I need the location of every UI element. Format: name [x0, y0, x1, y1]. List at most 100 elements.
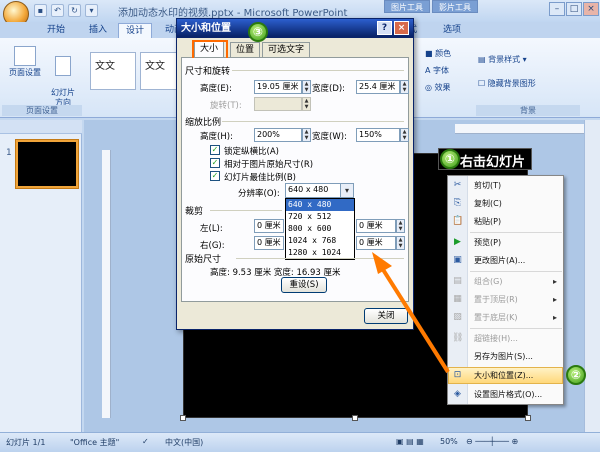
- step-badge-1: ①: [440, 149, 460, 169]
- scale-heading: 缩放比例: [185, 118, 222, 128]
- scale-height-spinner[interactable]: ▲ ▼: [302, 128, 311, 142]
- hide-bg-label: 隐藏背景图形: [487, 79, 536, 88]
- format-picture-icon: ◈: [454, 389, 461, 399]
- size-rotate-heading: 尺寸和旋转: [185, 67, 231, 77]
- menu-item-paste[interactable]: 📋 粘贴(P): [448, 213, 563, 230]
- relative-original-checkbox[interactable]: ✓: [210, 158, 220, 168]
- menu-item-bring-front[interactable]: ▦ 置于顶层(R) ▸: [448, 291, 563, 308]
- annotation-right-click-text: 右击幻灯片: [460, 155, 526, 170]
- page-setup-button[interactable]: 页面设置: [6, 46, 44, 78]
- colors-label: 颜色: [435, 49, 452, 58]
- scale-height-field[interactable]: 200%: [254, 128, 302, 142]
- chevron-down-icon[interactable]: ▾: [340, 183, 354, 198]
- width-label: 宽度(D):: [312, 84, 346, 94]
- tab-position[interactable]: 位置: [230, 42, 261, 57]
- rotate-field[interactable]: [254, 97, 302, 111]
- section-divider: [210, 210, 282, 211]
- close-window-button[interactable]: ×: [583, 2, 599, 16]
- background-styles-label: 背景样式: [488, 55, 521, 64]
- resolution-label: 分辨率(O):: [238, 189, 280, 199]
- tab-options[interactable]: 选项: [436, 23, 468, 38]
- tab-design[interactable]: 设计: [118, 23, 153, 38]
- rotate-label: 旋转(T):: [210, 101, 242, 111]
- rotate-spinner[interactable]: ▲ ▼: [302, 97, 311, 111]
- resize-handle[interactable]: [352, 415, 358, 421]
- step-badge-3: ③: [248, 22, 268, 42]
- menu-item-send-back[interactable]: ▧ 置于底层(K) ▸: [448, 309, 563, 326]
- redo-icon[interactable]: ↻: [68, 4, 81, 17]
- resolution-option[interactable]: 720 x 512: [286, 211, 354, 223]
- height-spinner[interactable]: ▲ ▼: [302, 80, 311, 94]
- menu-item-label: 复制(C): [474, 199, 502, 208]
- resize-handle[interactable]: [525, 415, 531, 421]
- menu-item-copy[interactable]: ⎘ 复制(C): [448, 195, 563, 212]
- scale-width-spinner[interactable]: ▲ ▼: [400, 128, 409, 142]
- background-group-label: 背景: [476, 105, 580, 116]
- zoom-slider[interactable]: ⊖ ───┼─── ⊕: [466, 437, 518, 446]
- undo-icon[interactable]: ↶: [51, 4, 64, 17]
- scale-width-field[interactable]: 150%: [356, 128, 400, 142]
- resolution-select[interactable]: 640 x 480: [285, 183, 341, 198]
- resolution-option[interactable]: 640 x 480: [286, 199, 354, 211]
- help-button[interactable]: ?: [377, 21, 392, 35]
- spellcheck-icon[interactable]: ✓: [142, 437, 149, 446]
- qat-dropdown-icon[interactable]: ▾: [85, 4, 98, 17]
- status-theme: "Office 主题": [70, 438, 120, 447]
- slides-panel-tabs: [0, 120, 82, 134]
- tab-insert[interactable]: 插入: [82, 23, 114, 38]
- lock-aspect-checkbox[interactable]: ✓: [210, 145, 220, 155]
- resolution-option[interactable]: 1024 x 768: [286, 235, 354, 247]
- effects-button[interactable]: ◎ 效果: [425, 82, 451, 93]
- colors-button[interactable]: ■ 颜色: [425, 48, 451, 59]
- menu-item-preview[interactable]: ▶ 预览(P): [448, 234, 563, 251]
- menu-item-size-position[interactable]: ⊡ 大小和位置(Z)...: [448, 367, 563, 384]
- orientation-button[interactable]: 幻灯片 方向: [46, 46, 80, 108]
- menu-item-change-picture[interactable]: ▣ 更改图片(A)...: [448, 252, 563, 269]
- resolution-option[interactable]: 800 x 600: [286, 223, 354, 235]
- tab-alt-text[interactable]: 可选文字: [262, 42, 311, 57]
- original-size-heading: 原始尺寸: [185, 255, 222, 265]
- menu-item-hyperlink[interactable]: ⛓ 超链接(H)...: [448, 330, 563, 347]
- width-field[interactable]: 25.4 厘米: [356, 80, 400, 94]
- tab-home[interactable]: 开始: [40, 23, 72, 38]
- crop-bottom-field[interactable]: 0 厘米: [356, 236, 396, 250]
- close-button[interactable]: 关闭: [364, 308, 408, 324]
- hide-bg-checkbox[interactable]: ☐ 隐藏背景图形: [478, 78, 536, 89]
- crop-right-label: 右(G):: [200, 241, 225, 251]
- crop-left-field[interactable]: 0 厘米: [254, 219, 284, 233]
- crop-top-spinner[interactable]: ▲ ▼: [396, 219, 405, 233]
- background-styles-button[interactable]: ▤ 背景样式 ▾: [478, 54, 527, 65]
- width-spinner[interactable]: ▲ ▼: [400, 80, 409, 94]
- maximize-button[interactable]: □: [566, 2, 582, 16]
- crop-right-field[interactable]: 0 厘米: [254, 236, 284, 250]
- minimize-button[interactable]: –: [549, 2, 565, 16]
- resize-handle[interactable]: [180, 415, 186, 421]
- status-zoom[interactable]: 50%: [440, 437, 458, 446]
- menu-item-cut[interactable]: ✂ 剪切(T): [448, 177, 563, 194]
- dialog-close-button[interactable]: ×: [394, 21, 409, 35]
- reset-button[interactable]: 重设(S): [281, 277, 327, 293]
- vertical-scrollbar[interactable]: [584, 120, 600, 432]
- menu-item-label: 组合(G): [474, 277, 503, 286]
- menu-item-save-as-picture[interactable]: 另存为图片(S)...: [448, 348, 563, 365]
- effects-label: 效果: [434, 83, 451, 92]
- movie-tools-header: 影片工具: [432, 0, 478, 13]
- menu-item-label: 置于底层(K): [474, 313, 518, 322]
- crop-bottom-spinner[interactable]: ▲ ▼: [396, 236, 405, 250]
- status-language[interactable]: 中文(中国): [165, 437, 203, 448]
- view-buttons-icon[interactable]: ▣ ▤ ▦: [396, 437, 424, 446]
- slide-thumbnail[interactable]: [16, 140, 78, 188]
- best-scale-checkbox[interactable]: ✓: [210, 171, 220, 181]
- change-picture-icon: ▣: [453, 255, 462, 265]
- section-divider: [222, 121, 404, 122]
- theme-thumbnail-1[interactable]: 文文: [90, 52, 136, 90]
- menu-item-format-picture[interactable]: ◈ 设置图片格式(O)...: [448, 386, 563, 403]
- height-field[interactable]: 19.05 厘米: [254, 80, 302, 94]
- save-icon[interactable]: ▪: [34, 4, 47, 17]
- submenu-arrow-icon: ▸: [552, 313, 557, 322]
- context-tab-headers: 图片工具 影片工具: [384, 0, 480, 13]
- menu-item-group[interactable]: ▤ 组合(G) ▸: [448, 273, 563, 290]
- fonts-button[interactable]: A 字体: [425, 65, 449, 76]
- crop-top-field[interactable]: 0 厘米: [356, 219, 396, 233]
- thumbnail-number: 1: [6, 148, 12, 158]
